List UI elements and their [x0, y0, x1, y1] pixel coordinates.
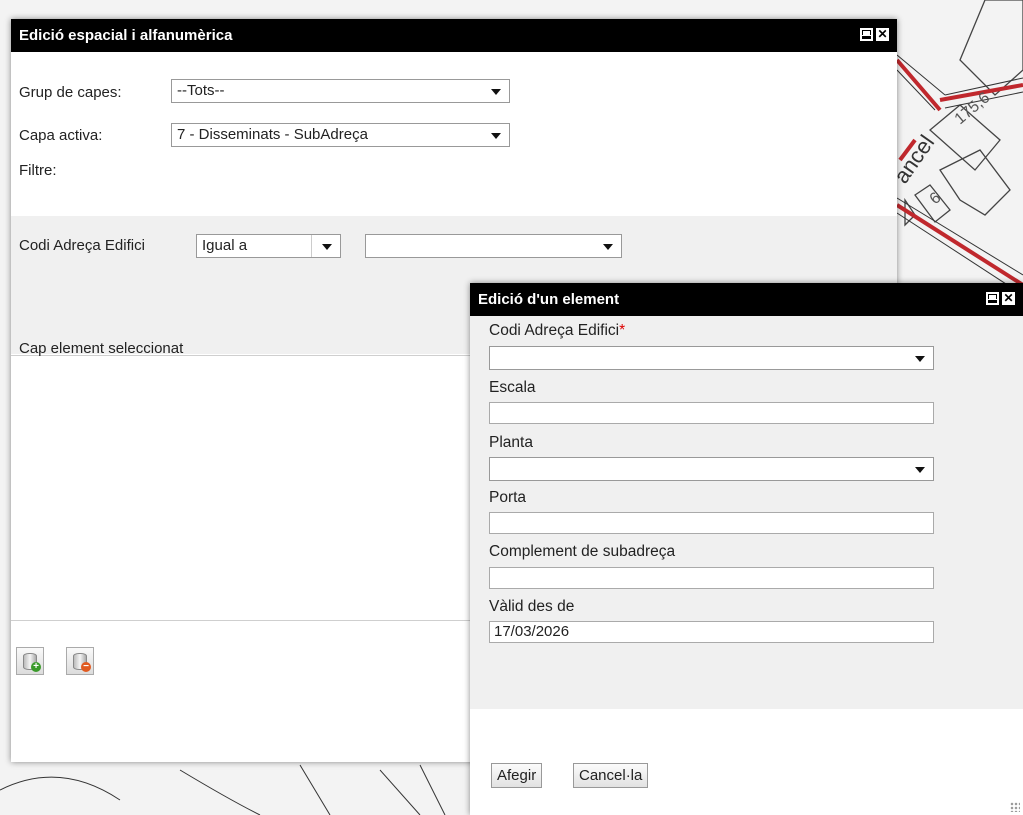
group-select-value: --Tots-- — [177, 82, 225, 99]
window-titlebar[interactable]: Edició d'un element ✕ — [470, 283, 1023, 316]
remove-element-icon: − — [81, 662, 91, 672]
door-input[interactable] — [489, 512, 934, 534]
remove-element-button[interactable]: − — [66, 647, 94, 675]
building-code-select[interactable] — [489, 346, 934, 370]
field-label-valid-from: Vàlid des de — [489, 598, 575, 615]
filter-operator-value: Igual a — [202, 237, 248, 254]
layer-label: Capa activa: — [19, 127, 103, 144]
filter-operator-select[interactable]: Igual a — [196, 234, 341, 258]
subaddress-complement-input[interactable] — [489, 567, 934, 589]
window-title: Edició espacial i alfanumèrica — [19, 27, 233, 44]
minimize-icon[interactable] — [860, 28, 873, 41]
floor-select[interactable] — [489, 457, 934, 481]
edit-element-window: Edició d'un element ✕ Codi Adreça Edific… — [470, 283, 1023, 815]
close-icon[interactable]: ✕ — [876, 28, 889, 41]
group-label: Grup de capes: — [19, 84, 122, 101]
layer-select[interactable]: 7 - Disseminats - SubAdreça — [171, 123, 510, 147]
chevron-down-icon — [311, 235, 340, 257]
field-label-subaddress-complement: Complement de subadreça — [489, 543, 676, 560]
add-element-icon: + — [31, 662, 41, 672]
selection-status: Cap element seleccionat — [19, 340, 184, 357]
chevron-down-icon — [905, 458, 933, 480]
minimize-icon[interactable] — [986, 292, 999, 305]
window-titlebar[interactable]: Edició espacial i alfanumèrica ✕ — [11, 19, 897, 52]
chevron-down-icon — [905, 347, 933, 369]
close-icon[interactable]: ✕ — [1002, 292, 1015, 305]
required-mark: * — [619, 322, 626, 339]
group-select[interactable]: --Tots-- — [171, 79, 510, 103]
field-label-floor: Planta — [489, 434, 533, 451]
resize-grip-icon[interactable] — [1010, 802, 1020, 812]
filter-value-select[interactable] — [365, 234, 622, 258]
stair-input[interactable] — [489, 402, 934, 424]
filter-field-label: Codi Adreça Edifici — [19, 237, 145, 254]
chevron-down-icon — [593, 235, 621, 257]
field-label-stair: Escala — [489, 379, 536, 396]
field-label-building-code: Codi Adreça Edifici* — [489, 322, 626, 339]
field-label-door: Porta — [489, 489, 527, 506]
valid-from-input[interactable]: 17/03/2026 — [489, 621, 934, 643]
add-element-button[interactable]: + — [16, 647, 44, 675]
layer-select-value: 7 - Disseminats - SubAdreça — [177, 126, 368, 143]
edit-form: Codi Adreça Edifici* Escala Planta Porta… — [470, 316, 1023, 709]
filter-label: Filtre: — [19, 162, 57, 179]
chevron-down-icon — [481, 80, 509, 102]
add-button[interactable]: Afegir — [491, 763, 543, 788]
cancel-button[interactable]: Cancel·la — [573, 763, 649, 788]
window-title: Edició d'un element — [478, 291, 620, 308]
chevron-down-icon — [481, 124, 509, 146]
